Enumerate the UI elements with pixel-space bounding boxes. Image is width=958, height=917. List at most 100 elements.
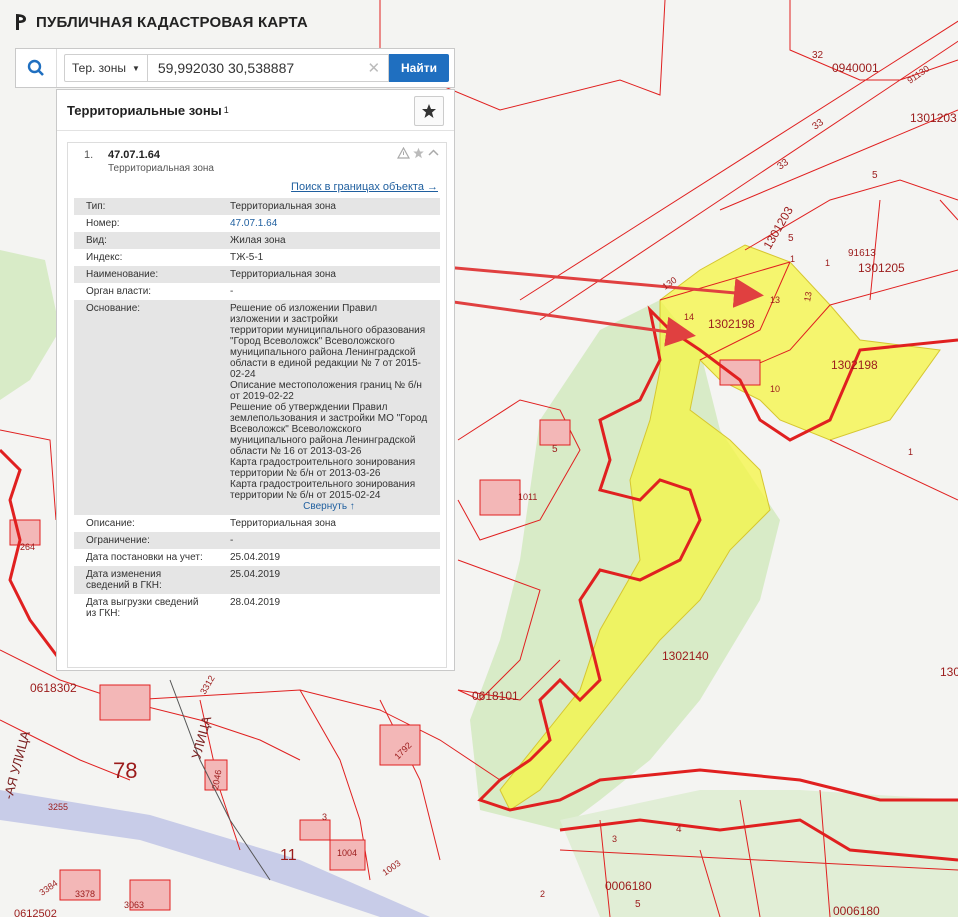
search-type-label: Тер. зоны: [72, 61, 126, 75]
property-row: Описание: Территориальная зона: [74, 515, 440, 532]
chevron-down-icon: ▼: [131, 63, 140, 73]
property-row: Индекс: ТЖ-5-1: [74, 249, 440, 266]
map-label: 1011: [518, 492, 537, 502]
warning-icon[interactable]: [397, 147, 410, 159]
search-bar: Тер. зоны ▼ 59,992030 30,538887 ✕ Найти: [15, 48, 455, 88]
basis-line: области в единой редакции № 7 от 2015-: [230, 358, 421, 369]
map-label: 1301205: [858, 261, 905, 275]
basis-line: Решение об изложении Правил: [230, 303, 378, 314]
results-panel: Территориальные зоны 1 1. 47.07.1.64 Тер…: [56, 89, 455, 671]
basis-line: землепользования и застройки МО "Город: [230, 413, 428, 424]
result-count: 1: [223, 105, 229, 115]
property-value: 25.04.2019: [230, 552, 281, 563]
card-actions: [397, 147, 440, 159]
basis-line: Карта градостроительного зонирования: [230, 457, 416, 468]
star-icon: [422, 104, 436, 118]
result-subtitle: Территориальная зона: [108, 163, 214, 174]
map-label: 11: [280, 847, 297, 864]
favorite-button[interactable]: [414, 96, 444, 126]
map-label: 1302198: [831, 358, 878, 372]
app-title: ПУБЛИЧНАЯ КАДАСТРОВАЯ КАРТА: [36, 13, 308, 31]
property-value: ТЖ-5-1: [230, 252, 264, 263]
property-value: -: [230, 286, 234, 297]
map-label: 1301203: [910, 111, 957, 125]
property-key: Дата постановки на учет:: [86, 552, 203, 563]
basis-line: Описание местоположения границ № б/н: [230, 380, 422, 391]
property-row: Ограничение: -: [74, 532, 440, 549]
clear-icon[interactable]: ✕: [367, 59, 380, 77]
map-label: 5: [788, 233, 794, 244]
map-label: 0006180: [833, 904, 880, 917]
property-value: -: [218, 532, 440, 549]
search-within-link[interactable]: Поиск в границах объекта →: [291, 181, 438, 193]
map-label: 4: [676, 824, 682, 835]
property-row: Орган власти: -: [74, 283, 440, 300]
map-label: 1: [825, 258, 830, 268]
collapse-link[interactable]: Свернуть ↑: [230, 501, 428, 512]
panel-title: Территориальные зоны: [67, 102, 222, 118]
map-label: 3063: [124, 900, 144, 910]
map-label: 1302198: [708, 317, 755, 331]
map-label: 32: [812, 50, 824, 61]
basis-line: Карта градостроительного зонирования: [230, 479, 416, 490]
map-label: 130: [940, 665, 958, 679]
map-label: 0006180: [605, 879, 652, 893]
map-label: 91613: [848, 248, 876, 259]
basis-line: территории № б/н от 2015-02-24: [230, 490, 381, 501]
search-query: 59,992030 30,538887: [157, 60, 295, 76]
logo-icon: [16, 14, 26, 30]
property-row: Дата выгрузки сведений из ГКН: 28.04.2019: [74, 594, 440, 622]
map-label: 2: [540, 889, 545, 899]
map-label: 0940001: [832, 61, 879, 75]
map-label: 1: [908, 447, 913, 457]
basis-line: "Город Всеволожск" Всеволожского: [230, 336, 395, 347]
basis-line: Всеволожск" Всеволожского: [230, 424, 362, 435]
property-value: 28.04.2019: [230, 597, 281, 608]
basis-line: области № 16 от 2013-03-26: [230, 446, 362, 457]
property-key: Тип:: [74, 198, 218, 215]
properties-table: Тип: Территориальная зона Номер: 47.07.1.64…: [74, 198, 440, 622]
property-key: Описание:: [86, 518, 135, 529]
property-value: 47.07.1.64: [230, 218, 278, 229]
property-value: 25.04.2019: [218, 566, 440, 594]
property-row: Дата изменения сведений в ГКН: 25.04.2019: [74, 566, 440, 594]
result-card[interactable]: 1. 47.07.1.64 Территориальная зона Поиск…: [67, 142, 447, 668]
map-label: 5: [552, 444, 558, 455]
property-value: Территориальная зона: [218, 266, 440, 283]
property-row: Наименование: Территориальная зона: [74, 266, 440, 283]
basis-line: территории № б/н от 2013-03-26: [230, 468, 381, 479]
map-label: 13: [802, 291, 814, 303]
search-button[interactable]: Найти: [389, 54, 449, 82]
star-icon[interactable]: [412, 147, 425, 159]
property-key: Наименование:: [74, 266, 218, 283]
search-toggle[interactable]: [16, 49, 57, 87]
map-label: 14: [684, 312, 694, 322]
property-row: Тип: Территориальная зона: [74, 198, 440, 215]
property-key: Номер:: [86, 218, 120, 229]
basis-line: Решение об утверждении Правил: [230, 402, 388, 413]
property-key: Основание:: [74, 300, 218, 515]
search-type-select[interactable]: Тер. зоны ▼: [64, 54, 148, 82]
property-key: Ограничение:: [74, 532, 218, 549]
property-row: Вид: Жилая зона: [74, 232, 440, 249]
map-label: 5: [872, 170, 878, 181]
basis-line: муниципального района Ленинградской: [230, 435, 416, 446]
property-value: Жилая зона: [218, 232, 440, 249]
map-label: 264: [20, 542, 35, 552]
map-label: 1004: [337, 848, 357, 858]
property-row: Дата постановки на учет: 25.04.2019: [74, 549, 440, 566]
search-input[interactable]: 59,992030 30,538887 ✕: [147, 54, 390, 82]
result-index: 1.: [84, 149, 94, 161]
basis-line: территории муниципального образования: [230, 325, 426, 336]
map-label: 0618302: [30, 681, 77, 695]
basis-line: изложении и застройки: [230, 314, 338, 325]
property-row: Номер: 47.07.1.64: [74, 215, 440, 232]
map-label: 10: [770, 384, 780, 394]
map-label: 3378: [75, 889, 95, 899]
basis-line: от 2019-02-22: [230, 391, 294, 402]
basis-line: муниципального района Ленинградской: [230, 347, 416, 358]
map-label: 13: [770, 295, 780, 305]
property-key: Дата выгрузки сведений из ГКН:: [86, 597, 199, 619]
map-label: 5: [635, 899, 641, 910]
chevron-up-icon[interactable]: [427, 147, 440, 159]
